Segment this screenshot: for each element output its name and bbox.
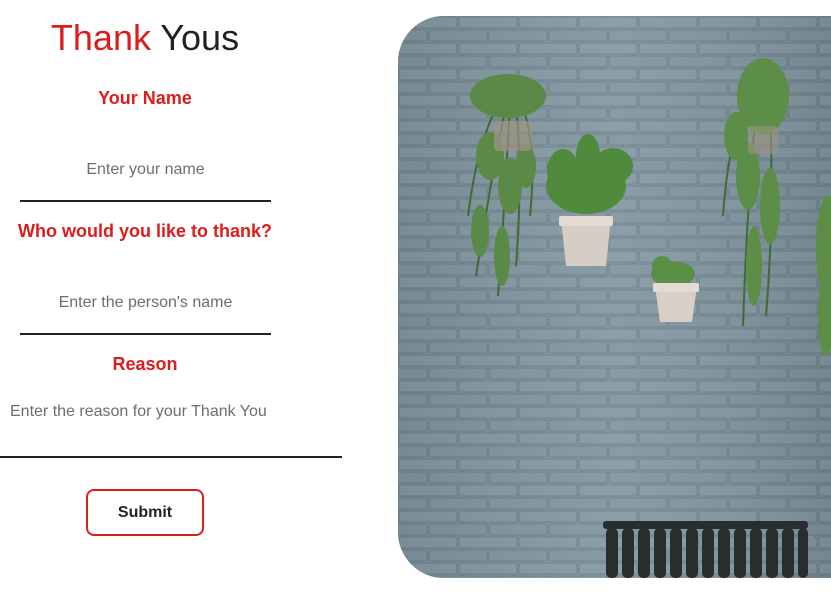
reason-label: Reason <box>112 354 178 374</box>
name-input[interactable] <box>20 140 271 202</box>
thank-person-label: Who would you like to thank? <box>18 221 272 241</box>
plants-on-brick-wall-photo <box>398 16 831 578</box>
reason-textarea[interactable] <box>0 402 342 458</box>
submit-button[interactable]: Submit <box>86 489 204 536</box>
title-rest: Yous <box>150 17 240 58</box>
your-name-label: Your Name <box>98 88 192 108</box>
thank-you-form: Thank Yous Your Name Who would you like … <box>0 0 345 597</box>
person-name-input[interactable] <box>20 273 271 335</box>
wall-illustration <box>398 16 831 578</box>
title-accent-word: Thank <box>50 17 151 58</box>
page-title: Thank Yous <box>0 16 290 60</box>
